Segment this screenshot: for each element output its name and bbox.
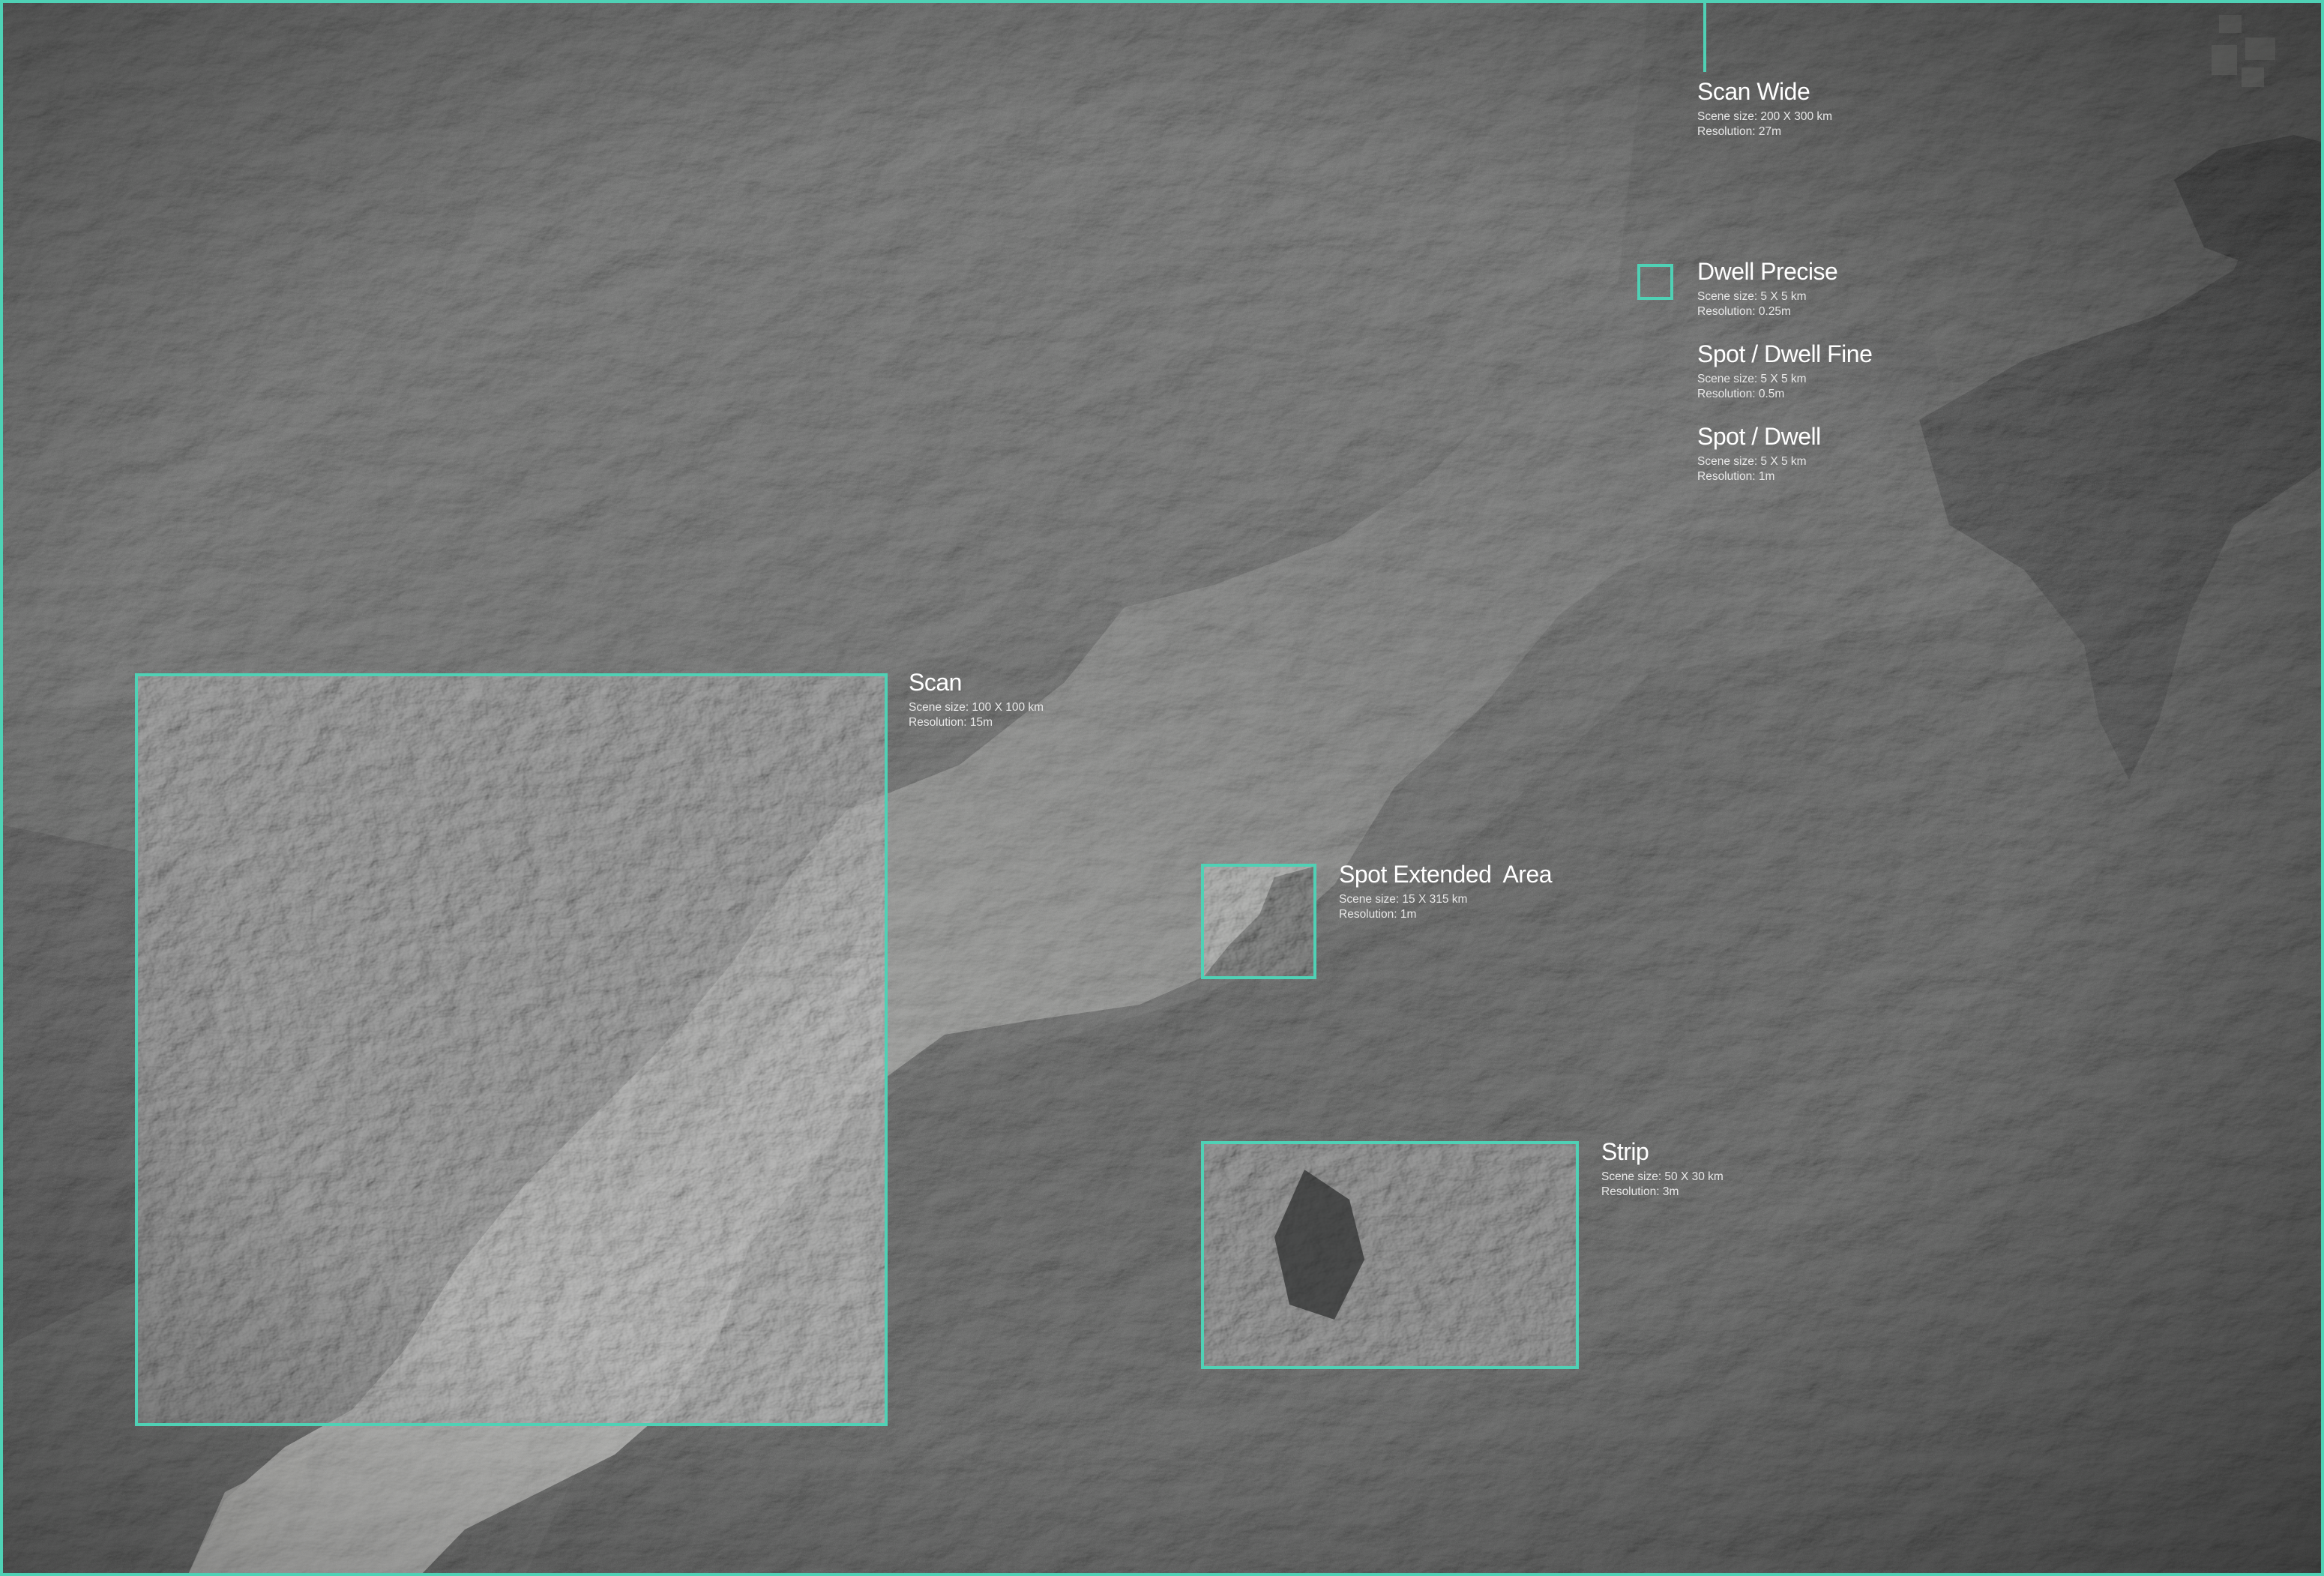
mode-title: Spot Extended Area	[1339, 861, 1553, 888]
scene-size-text: Scene size: 100 X 100 km	[909, 701, 1044, 714]
mode-title: Spot / Dwell	[1697, 423, 1821, 450]
resolution-text: Resolution: 27m	[1697, 125, 1782, 138]
scene-size-text: Scene size: 50 X 30 km	[1601, 1170, 1724, 1183]
scan-wide-leader-line	[1703, 0, 1706, 72]
mode-meta: Scene size: 5 X 5 km Resolution: 0.25m	[1697, 289, 1837, 319]
strip-footprint[interactable]	[1201, 1141, 1579, 1369]
mode-meta: Scene size: 100 X 100 km Resolution: 15m	[909, 700, 1044, 730]
mode-meta: Scene size: 50 X 30 km Resolution: 3m	[1601, 1170, 1724, 1200]
spot-dwell-fine-label: Spot / Dwell Fine Scene size: 5 X 5 km R…	[1697, 340, 1873, 402]
spot-extended-area-footprint[interactable]	[1201, 864, 1316, 979]
resolution-text: Resolution: 0.5m	[1697, 388, 1785, 400]
spot-dwell-label: Spot / Dwell Scene size: 5 X 5 km Resolu…	[1697, 424, 1821, 484]
scene-size-text: Scene size: 5 X 5 km	[1697, 373, 1807, 385]
mode-title: Spot / Dwell Fine	[1697, 340, 1873, 367]
scan-footprint[interactable]	[135, 673, 888, 1426]
mode-title: Strip	[1601, 1138, 1649, 1165]
resolution-text: Resolution: 0.25m	[1697, 305, 1791, 318]
mode-meta: Scene size: 15 X 315 km Resolution: 1m	[1339, 892, 1552, 922]
scene-size-text: Scene size: 5 X 5 km	[1697, 290, 1807, 303]
strip-label: Strip Scene size: 50 X 30 km Resolution:…	[1601, 1140, 1724, 1200]
scan-label: Scan Scene size: 100 X 100 km Resolution…	[909, 670, 1044, 730]
resolution-text: Resolution: 1m	[1697, 470, 1775, 483]
spot-extended-area-label: Spot Extended Area Scene size: 15 X 315 …	[1339, 861, 1553, 922]
mode-title: Dwell Precise	[1697, 258, 1838, 285]
resolution-text: Resolution: 1m	[1339, 908, 1417, 921]
scene-size-text: Scene size: 5 X 5 km	[1697, 455, 1807, 468]
scene-size-text: Scene size: 200 X 300 km	[1697, 110, 1833, 123]
mode-meta: Scene size: 5 X 5 km Resolution: 1m	[1697, 454, 1821, 484]
dwell-precise-label: Dwell Precise Scene size: 5 X 5 km Resol…	[1697, 258, 1838, 319]
dwell-precise-footprint[interactable]	[1637, 264, 1673, 300]
mode-meta: Scene size: 5 X 5 km Resolution: 0.5m	[1697, 372, 1872, 402]
resolution-text: Resolution: 15m	[909, 716, 993, 729]
scene-size-text: Scene size: 15 X 315 km	[1339, 893, 1468, 906]
mode-meta: Scene size: 200 X 300 km Resolution: 27m	[1697, 109, 1832, 139]
sar-imaging-modes-map: Scan Wide Scene size: 200 X 300 km Resol…	[0, 0, 2324, 1576]
resolution-text: Resolution: 3m	[1601, 1185, 1679, 1198]
mode-title: Scan	[909, 669, 962, 696]
mode-title: Scan Wide	[1697, 78, 1810, 105]
scan-wide-label: Scan Wide Scene size: 200 X 300 km Resol…	[1697, 79, 1832, 139]
